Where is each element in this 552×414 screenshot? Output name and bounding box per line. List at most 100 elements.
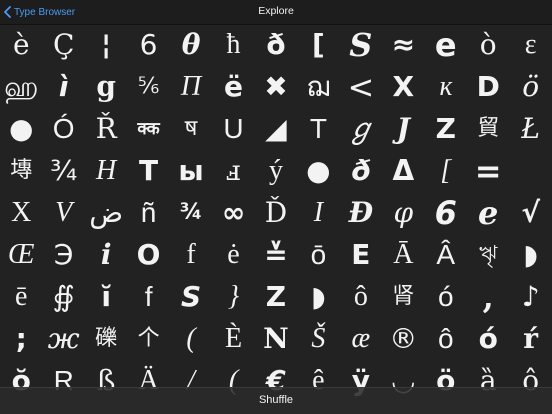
glyph-cell[interactable]: Ç [42,24,84,66]
glyph-cell[interactable]: È [212,318,254,360]
glyph-cell[interactable]: S [170,276,212,318]
glyph-cell[interactable]: X [0,192,42,234]
glyph-cell[interactable]: ó [425,276,467,318]
glyph-cell[interactable]: e [467,192,509,234]
glyph-cell[interactable]: ஹ [0,66,42,108]
glyph-cell[interactable]: ◗ [297,276,339,318]
glyph-cell[interactable]: क्क [127,108,169,150]
glyph-cell[interactable]: Δ [382,150,424,192]
glyph-cell[interactable]: ö [509,66,551,108]
glyph-cell[interactable]: g [85,66,127,108]
glyph-cell[interactable]: O [127,234,169,276]
glyph-cell[interactable]: i [85,234,127,276]
glyph-cell[interactable]: I [297,192,339,234]
glyph-cell[interactable]: ô [425,318,467,360]
glyph-cell[interactable]: ¾ [170,192,212,234]
glyph-cell[interactable] [509,150,551,192]
glyph-cell[interactable]: ® [382,318,424,360]
glyph-cell[interactable]: Đ [340,192,382,234]
glyph-cell[interactable]: X [382,66,424,108]
glyph-cell[interactable]: f [170,234,212,276]
glyph-cell[interactable]: [ [297,24,339,66]
glyph-cell[interactable]: ( [170,318,212,360]
glyph-cell[interactable]: D [467,66,509,108]
glyph-cell[interactable]: θ [170,24,212,66]
glyph-cell[interactable]: ⅎ [212,150,254,192]
glyph-cell[interactable]: e [425,24,467,66]
glyph-cell[interactable]: ✖ [255,66,297,108]
glyph-cell[interactable]: J [382,108,424,150]
glyph-cell[interactable]: ∯ [42,276,84,318]
glyph-cell[interactable]: [ [425,150,467,192]
glyph-cell[interactable]: ô [340,276,382,318]
glyph-cell[interactable]: φ [382,192,424,234]
glyph-cell[interactable]: Z [425,108,467,150]
glyph-cell[interactable]: Ó [42,108,84,150]
glyph-cell[interactable]: ∞ [212,192,254,234]
glyph-cell[interactable]: ō [297,234,339,276]
glyph-cell[interactable]: ĭ [85,276,127,318]
shuffle-button[interactable]: Shuffle [0,394,552,406]
glyph-cell[interactable]: V [42,192,84,234]
glyph-cell[interactable]: Π [170,66,212,108]
glyph-cell[interactable]: ħ [212,24,254,66]
glyph-cell[interactable]: ж [42,318,84,360]
glyph-cell[interactable]: 貿 [467,108,509,150]
glyph-cell[interactable]: 塼 [0,150,42,192]
glyph-cell[interactable]: Š [297,318,339,360]
glyph-cell[interactable]: Â [425,234,467,276]
glyph-cell[interactable]: 6 [127,24,169,66]
glyph-cell[interactable]: ñ [127,192,169,234]
glyph-cell[interactable]: H [85,150,127,192]
glyph-cell[interactable]: ≚ [255,234,297,276]
glyph-cell[interactable]: ы [170,150,212,192]
glyph-cell[interactable]: ¦ [85,24,127,66]
glyph-cell[interactable]: Ā [382,234,424,276]
glyph-cell[interactable]: ℊ [340,108,382,150]
glyph-cell[interactable]: Œ [0,234,42,276]
glyph-cell[interactable]: ŕ [509,318,551,360]
glyph-cell[interactable]: Э [42,234,84,276]
glyph-cell[interactable]: Z [255,276,297,318]
glyph-cell[interactable]: N [255,318,297,360]
glyph-cell[interactable]: 肾 [382,276,424,318]
glyph-cell[interactable]: ε [509,24,551,66]
glyph-cell[interactable]: ¾ [42,150,84,192]
glyph-cell[interactable]: ฌ [297,66,339,108]
glyph-cell[interactable]: ē [0,276,42,318]
glyph-cell[interactable]: E [340,234,382,276]
glyph-cell[interactable]: ≈ [382,24,424,66]
glyph-cell[interactable]: = [467,150,509,192]
glyph-cell[interactable]: Ď [255,192,297,234]
glyph-cell[interactable]: ë [212,66,254,108]
glyph-cell[interactable]: ৠ [467,234,509,276]
glyph-cell[interactable]: ⅚ [127,66,169,108]
glyph-cell[interactable]: Ł [509,108,551,150]
glyph-cell[interactable]: Ř [85,108,127,150]
glyph-cell[interactable]: S [340,24,382,66]
glyph-cell[interactable]: ◢ [255,108,297,150]
glyph-cell[interactable]: ĸ [425,66,467,108]
glyph-cell[interactable]: ष [170,108,212,150]
glyph-cell[interactable]: < [340,66,382,108]
glyph-cell[interactable]: } [212,276,254,318]
glyph-cell[interactable]: U [212,108,254,150]
glyph-cell[interactable]: , [467,276,509,318]
glyph-cell[interactable]: 6 [425,192,467,234]
glyph-cell[interactable]: √ [509,192,551,234]
glyph-cell[interactable]: 礫 [85,318,127,360]
glyph-cell[interactable]: ó [467,318,509,360]
glyph-cell[interactable]: ė [212,234,254,276]
glyph-cell[interactable]: 个 [127,318,169,360]
glyph-cell[interactable]: ; [0,318,42,360]
glyph-cell[interactable]: ض [85,192,127,234]
glyph-cell[interactable]: ý [255,150,297,192]
glyph-cell[interactable]: T [297,108,339,150]
glyph-cell[interactable]: ● [0,108,42,150]
glyph-cell[interactable]: f [127,276,169,318]
glyph-cell[interactable]: ð [255,24,297,66]
glyph-cell[interactable]: ò [467,24,509,66]
glyph-cell[interactable]: ◗ [509,234,551,276]
glyph-cell[interactable]: ð [340,150,382,192]
glyph-cell[interactable]: è [0,24,42,66]
